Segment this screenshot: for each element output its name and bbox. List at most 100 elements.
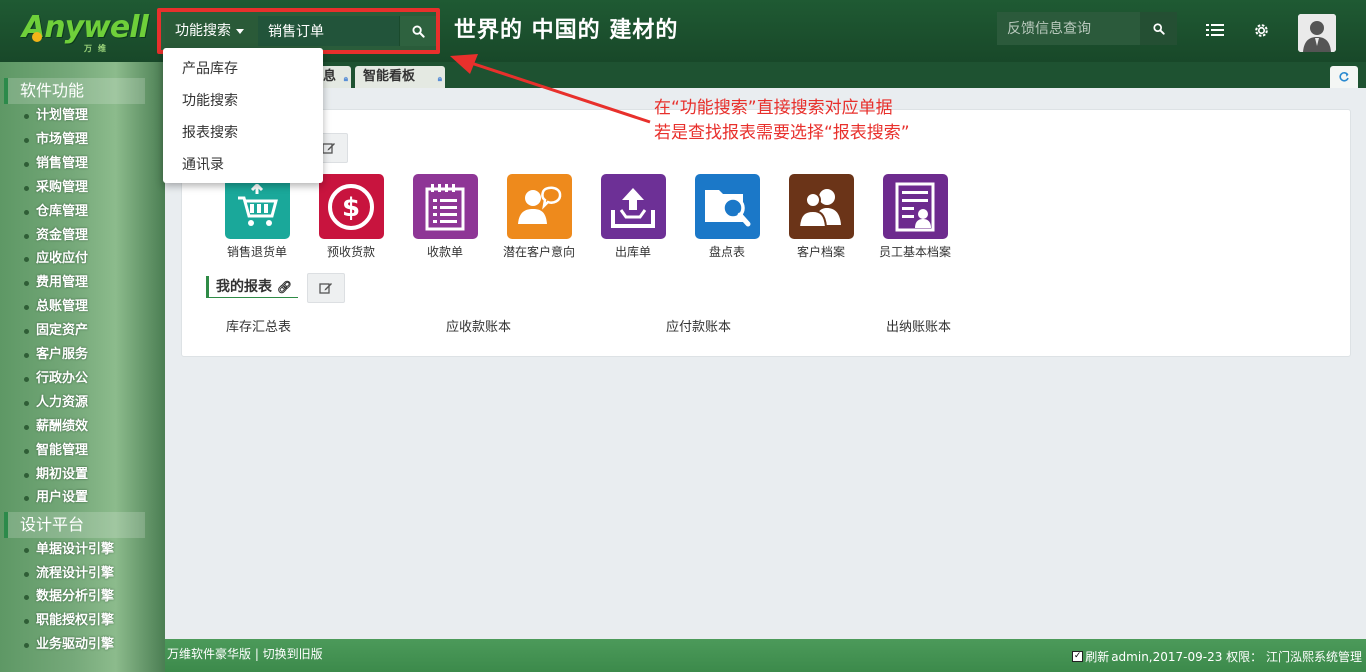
logo-subtext: 万维 bbox=[84, 44, 112, 53]
report-link[interactable]: 库存汇总表 bbox=[226, 316, 291, 335]
refresh-icon bbox=[1339, 72, 1349, 82]
menu-item-function-search[interactable]: 功能搜索 bbox=[163, 85, 323, 117]
sidebar-item[interactable]: 薪酬绩效 bbox=[22, 416, 88, 438]
footer-version-links[interactable]: 万维软件豪华版 | 切换到旧版 bbox=[167, 645, 323, 662]
sidebar-item[interactable]: 单据设计引擎 bbox=[22, 539, 114, 561]
report-link[interactable]: 出纳账账本 bbox=[886, 316, 951, 335]
sidebar-item[interactable]: 职能授权引擎 bbox=[22, 610, 114, 632]
sidebar-item[interactable]: 仓库管理 bbox=[22, 201, 88, 223]
menu-item-product-stock[interactable]: 产品库存 bbox=[163, 53, 323, 85]
link-icon: 🔗︎ bbox=[276, 280, 293, 294]
search-mode-menu: 产品库存 功能搜索 报表搜索 通讯录 bbox=[163, 48, 323, 183]
search-button[interactable] bbox=[399, 16, 436, 46]
notepad-icon bbox=[412, 174, 478, 239]
app-shortcut[interactable]: 潜在客户意向 bbox=[494, 174, 584, 260]
sidebar-item[interactable]: 期初设置 bbox=[22, 464, 88, 486]
tab-bar: 息 🔒︎ 智能看板 🔒︎ bbox=[165, 62, 1366, 88]
settings-button[interactable] bbox=[1249, 18, 1273, 42]
app-label: 收款单 bbox=[426, 245, 463, 259]
tray-upload-icon bbox=[600, 174, 666, 239]
gear-icon bbox=[1254, 23, 1268, 37]
menu-item-contacts[interactable]: 通讯录 bbox=[163, 149, 323, 181]
dollar-icon: $ bbox=[318, 174, 384, 239]
users-icon bbox=[788, 174, 854, 239]
app-shortcut[interactable]: 出库单 bbox=[588, 174, 678, 260]
sidebar-item[interactable]: 客户服务 bbox=[22, 344, 88, 366]
sidebar-section-design[interactable]: 设计平台 bbox=[4, 512, 145, 538]
caret-down-icon bbox=[236, 28, 244, 34]
sidebar-item[interactable]: 数据分析引擎 bbox=[22, 586, 114, 608]
sidebar-item[interactable]: 资金管理 bbox=[22, 225, 88, 247]
id-card-icon bbox=[882, 174, 948, 239]
app-shortcut[interactable]: 收款单 bbox=[400, 174, 490, 260]
tab-smart-board[interactable]: 智能看板 🔒︎ bbox=[355, 66, 445, 88]
sidebar-item[interactable]: 用户设置 bbox=[22, 487, 88, 509]
annotation-line-2: 若是查找报表需要选择“报表搜索” bbox=[654, 123, 910, 143]
sidebar-item[interactable]: 总账管理 bbox=[22, 296, 88, 318]
search-mode-label: 功能搜索 bbox=[175, 23, 231, 39]
sidebar-item[interactable]: 销售管理 bbox=[22, 153, 88, 175]
sidebar-item[interactable]: 费用管理 bbox=[22, 272, 88, 294]
logo[interactable]: Anywell 万维 bbox=[22, 10, 149, 53]
refresh-checkbox[interactable]: ✓ bbox=[1072, 651, 1084, 662]
sidebar-item[interactable]: 行政办公 bbox=[22, 368, 88, 390]
annotation-text: 在“功能搜索”直接搜索对应单据 若是查找报表需要选择“报表搜索” bbox=[654, 96, 910, 146]
feedback-input[interactable] bbox=[997, 12, 1140, 45]
sidebar-item[interactable]: 市场管理 bbox=[22, 129, 88, 151]
footer-bar: 万维软件豪华版 | 切换到旧版 ✓ 刷新 admin,2017-09-23 权限… bbox=[165, 639, 1366, 672]
menu-item-report-search[interactable]: 报表搜索 bbox=[163, 117, 323, 149]
sidebar-item[interactable]: 人力资源 bbox=[22, 392, 88, 414]
app-shortcut[interactable]: 盘点表 bbox=[682, 174, 772, 260]
folder-search-icon bbox=[694, 174, 760, 239]
sidebar-item[interactable]: 业务驱动引擎 bbox=[22, 634, 114, 656]
slogan: 世界的 中国的 建材的 bbox=[454, 18, 679, 43]
logo-dot bbox=[32, 32, 42, 42]
footer-status: ✓ 刷新 admin,2017-09-23 权限： 江门泓熙系统管理 bbox=[1072, 648, 1362, 665]
feedback-search-box bbox=[997, 12, 1177, 45]
app-label: 预收货款 bbox=[326, 245, 375, 259]
app-shortcut[interactable]: 员工基本档案 bbox=[870, 174, 960, 260]
workspace-panel: 销售退货单 $ 预收货款 收款单 潜在客户意向 出库单 盘点表 客户档案 员工基本档案 我的报表… bbox=[181, 109, 1351, 357]
sidebar-item[interactable]: 固定资产 bbox=[22, 320, 88, 342]
sidebar-section-software[interactable]: 软件功能 bbox=[4, 78, 145, 104]
app-label: 员工基本档案 bbox=[878, 245, 951, 259]
list-icon bbox=[1206, 24, 1224, 36]
sidebar-item[interactable]: 应收应付 bbox=[22, 248, 88, 270]
search-icon bbox=[411, 24, 425, 38]
sidebar-item[interactable]: 计划管理 bbox=[22, 105, 88, 127]
search-mode-dropdown[interactable]: 功能搜索 bbox=[165, 16, 258, 46]
feedback-search-button[interactable] bbox=[1140, 12, 1177, 45]
app-label: 客户档案 bbox=[796, 245, 845, 259]
lock-icon: 🔒︎ bbox=[343, 74, 348, 83]
search-input[interactable] bbox=[258, 16, 399, 46]
refresh-tab-button[interactable] bbox=[1330, 66, 1358, 88]
svg-text:$: $ bbox=[342, 193, 360, 223]
app-shortcut[interactable]: 客户档案 bbox=[776, 174, 866, 260]
app-label: 销售退货单 bbox=[226, 245, 287, 259]
annotation-arrow bbox=[450, 54, 651, 124]
sidebar-item[interactable]: 流程设计引擎 bbox=[22, 563, 114, 585]
sidebar-item[interactable]: 智能管理 bbox=[22, 440, 88, 462]
edit-reports-button[interactable] bbox=[307, 273, 345, 303]
my-reports-label: 我的报表 bbox=[216, 279, 272, 295]
report-link[interactable]: 应付款账本 bbox=[666, 316, 731, 335]
annotation-line-1: 在“功能搜索”直接搜索对应单据 bbox=[654, 98, 893, 118]
sidebar-item[interactable]: 采购管理 bbox=[22, 177, 88, 199]
person-chat-icon bbox=[506, 174, 572, 239]
app-label: 盘点表 bbox=[708, 245, 745, 259]
refresh-label: 刷新 bbox=[1085, 650, 1110, 664]
search-icon bbox=[1152, 22, 1165, 35]
cart-return-icon bbox=[224, 174, 290, 239]
user-icon bbox=[1298, 14, 1336, 52]
app-shortcut[interactable]: $ 预收货款 bbox=[306, 174, 396, 260]
user-avatar[interactable] bbox=[1298, 14, 1336, 52]
report-link[interactable]: 应收款账本 bbox=[446, 316, 511, 335]
tab-smart-board-label: 智能看板 bbox=[363, 69, 416, 84]
list-menu-button[interactable] bbox=[1203, 18, 1227, 42]
app-shortcut[interactable]: 销售退货单 bbox=[212, 174, 302, 260]
sidebar: 软件功能 计划管理 市场管理 销售管理 采购管理 仓库管理 资金管理 应收应付 费用管理 总账管… bbox=[0, 62, 165, 672]
status-text: admin,2017-09-23 权限： 江门泓熙系统管理 bbox=[1111, 650, 1362, 664]
my-reports-title: 我的报表 🔗︎ bbox=[206, 276, 299, 298]
tab-info-label: 息 bbox=[323, 69, 337, 84]
app-label: 出库单 bbox=[614, 245, 651, 259]
